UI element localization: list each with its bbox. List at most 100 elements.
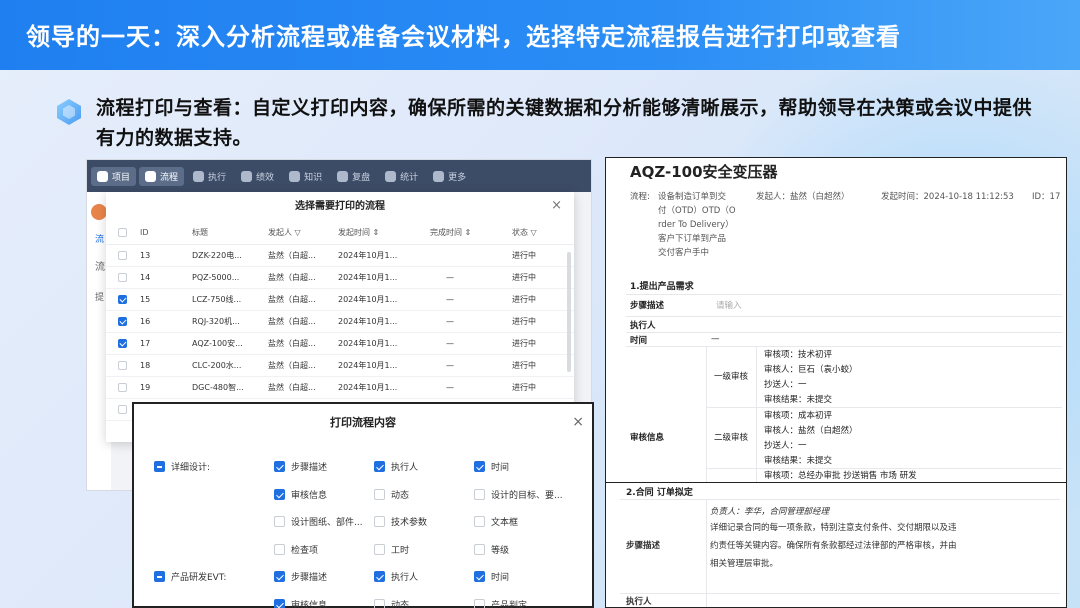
row-checkbox[interactable] (118, 272, 127, 282)
nav-item-flow[interactable]: 流程 (139, 166, 185, 186)
table-row[interactable]: 16 RQJ-320机... 盐然（白超... 2024年10月1... — 进行中 (106, 310, 574, 333)
cell-title: PQZ-5000... (192, 266, 268, 289)
print-option[interactable]: 技术参数 (374, 515, 427, 528)
option-label: 检查项 (291, 545, 319, 556)
option-label: 时间 (491, 463, 510, 473)
doc-title: AQZ-100安全变压器 (630, 163, 778, 181)
desc-line-2: 约责任等关键内容。确保所有条款都经过法律部的严格审核，并由 (710, 541, 957, 551)
print-option[interactable]: 时间 (474, 460, 509, 473)
print-option[interactable]: 审核信息 (274, 598, 327, 608)
cell-title: LCZ-750线... (192, 288, 268, 311)
side-tab-flow[interactable]: 流 (95, 232, 104, 245)
doc-id: ID：17 (1032, 192, 1061, 202)
nav-item-execute[interactable]: 执行 (187, 167, 232, 186)
row-checkbox[interactable] (118, 250, 127, 260)
print-option[interactable]: 等级 (474, 543, 509, 556)
audit-line: 审核人：盐然（白超然） (764, 426, 858, 436)
row-checkbox[interactable] (118, 294, 127, 304)
step-desc-label: 步骤描述 (630, 301, 665, 311)
row-checkbox[interactable] (118, 360, 127, 370)
option-checkbox[interactable] (374, 543, 385, 555)
table-row[interactable]: 13 DZK-220电... 盐然（白超... 2024年10月1... 进行中 (106, 244, 574, 267)
option-checkbox[interactable] (474, 571, 485, 582)
option-checkbox[interactable] (374, 461, 385, 472)
cell-title: RQJ-320机... (192, 310, 268, 333)
option-checkbox[interactable] (374, 516, 385, 527)
close-icon[interactable]: × (572, 414, 584, 430)
scrollbar[interactable] (567, 252, 571, 372)
option-checkbox[interactable] (474, 516, 485, 527)
option-checkbox[interactable] (474, 461, 485, 472)
select-all-checkbox[interactable] (118, 228, 127, 238)
section-2-title: 2.合同 订单拟定 (626, 488, 693, 498)
print-option[interactable]: 审核信息 (274, 488, 327, 501)
nav-item-more[interactable]: 更多 (427, 167, 472, 186)
cell-id: 16 (140, 310, 192, 333)
print-option[interactable]: 设计图纸、部件... (274, 515, 363, 528)
nav-item-performance[interactable]: 绩效 (235, 167, 280, 186)
cell-start-time: 2024年10月1... (338, 332, 430, 355)
close-icon[interactable]: × (551, 198, 562, 213)
col-owner[interactable]: 发起人 ▽ (268, 222, 338, 245)
option-checkbox[interactable] (474, 488, 485, 500)
option-checkbox[interactable] (274, 598, 285, 608)
nav-item-project[interactable]: 项目 (91, 166, 137, 186)
group-product-evt[interactable]: 产品研发EVT: (154, 570, 226, 583)
print-preview-page: AQZ-100安全变压器 流程: 设备制造订单到交 付（OTD）OTD（O rder… (605, 157, 1067, 483)
option-label: 工时 (391, 545, 410, 556)
print-option[interactable]: 工时 (374, 543, 409, 556)
col-done-time[interactable]: 完成时间 ⇕ (430, 222, 512, 245)
print-option[interactable]: 动态 (374, 598, 409, 608)
more-icon (433, 170, 445, 182)
print-option[interactable]: 时间 (474, 570, 509, 583)
option-checkbox[interactable] (274, 543, 285, 555)
print-option[interactable]: 产品判定 (474, 598, 527, 608)
flow-name-line: 设备制造订单到交 (658, 192, 727, 202)
print-option[interactable]: 执行人 (374, 460, 418, 473)
group-detail-design[interactable]: 详细设计: (154, 460, 210, 473)
avatar[interactable] (91, 204, 107, 220)
print-option[interactable]: 动态 (374, 488, 409, 501)
print-option[interactable]: 检查项 (274, 543, 318, 556)
table-row[interactable]: 15 LCZ-750线... 盐然（白超... 2024年10月1... — 进行中 (106, 288, 574, 311)
nav-item-review[interactable]: 复盘 (331, 167, 376, 186)
col-status[interactable]: 状态 ▽ (512, 222, 574, 245)
option-checkbox[interactable] (474, 598, 485, 608)
option-checkbox[interactable] (374, 571, 385, 582)
row-checkbox[interactable] (118, 316, 127, 326)
col-start-time[interactable]: 发起时间 ⇕ (338, 222, 430, 245)
col-id: ID (140, 222, 192, 245)
option-checkbox[interactable] (374, 598, 385, 608)
print-option[interactable]: 步骤描述 (274, 570, 327, 583)
table-row[interactable]: 18 CLC-200水... 盐然（白超... 2024年10月1... — 进行中 (106, 354, 574, 377)
option-checkbox[interactable] (274, 461, 285, 472)
step-desc-input[interactable]: 请输入 (716, 299, 742, 311)
nav-item-stats[interactable]: 统计 (379, 167, 424, 186)
option-checkbox[interactable] (474, 543, 485, 555)
print-option[interactable]: 步骤描述 (274, 460, 327, 473)
nav-item-knowledge[interactable]: 知识 (283, 167, 328, 186)
print-option[interactable]: 执行人 (374, 570, 418, 583)
table-row[interactable]: 14 PQZ-5000... 盐然（白超... 2024年10月1... — 进行中 (106, 266, 574, 289)
row-checkbox[interactable] (118, 338, 127, 348)
group-checkbox[interactable] (154, 461, 165, 472)
row-checkbox[interactable] (118, 382, 127, 392)
table-row[interactable]: 19 DGC-480智... 盐然（白超... 2024年10月1... — 进行中 (106, 376, 574, 399)
option-checkbox[interactable] (274, 571, 285, 582)
option-checkbox[interactable] (274, 488, 285, 500)
option-label: 执行人 (391, 463, 419, 473)
option-checkbox[interactable] (374, 488, 385, 500)
group-checkbox[interactable] (154, 571, 165, 582)
print-option[interactable]: 文本框 (474, 515, 518, 528)
step-desc-label: 步骤描述 (626, 541, 661, 551)
option-checkbox[interactable] (274, 516, 285, 527)
knowledge-icon (289, 170, 301, 182)
print-option[interactable]: 设计的目标、要... (474, 488, 563, 501)
row-checkbox[interactable] (118, 404, 127, 414)
cell-status: 进行中 (512, 266, 574, 289)
table-row[interactable]: 17 AQZ-100安... 盐然（白超... 2024年10月1... — 进行中 (106, 332, 574, 355)
option-label: 步骤描述 (291, 463, 328, 473)
cell-done-time: — (430, 376, 512, 399)
cell-done-time: — (430, 266, 512, 289)
audit-line: 审核结果：未提交 (764, 456, 833, 466)
